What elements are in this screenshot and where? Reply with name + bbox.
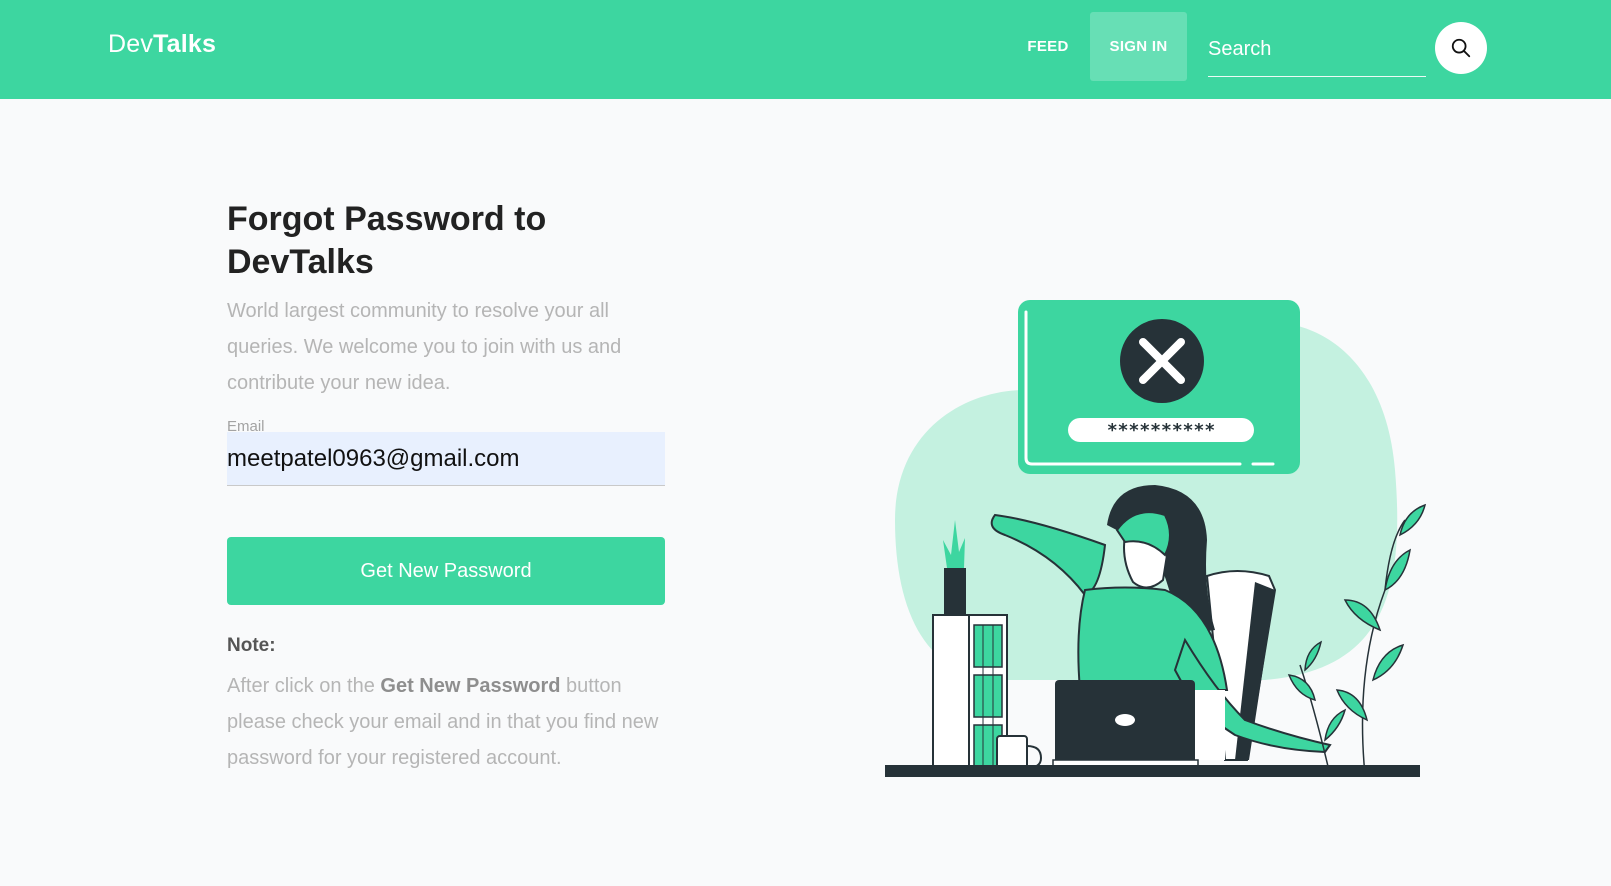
search-input[interactable] (1208, 22, 1426, 77)
brand-part-talks: Talks (153, 30, 217, 58)
password-mask: ********** (1107, 420, 1215, 441)
note-text: After click on the Get New Password butt… (227, 668, 667, 776)
page-title: Forgot Password to DevTalks (227, 200, 547, 281)
forgot-password-illustration: ********** (885, 300, 1427, 777)
note-label: Note: (227, 635, 276, 656)
nav-signin-link[interactable]: SIGN IN (1090, 12, 1187, 81)
brand-part-dev: Dev (108, 30, 154, 58)
note-text-before: After click on the (227, 675, 381, 697)
note-text-bold: Get New Password (380, 675, 561, 697)
page-subtitle: World largest community to resolve your … (227, 300, 622, 394)
bookshelf (932, 614, 1008, 776)
desk (885, 765, 1420, 777)
laptop (1052, 680, 1199, 767)
search-button[interactable] (1435, 22, 1487, 74)
nav-feed-link[interactable]: FEED (1018, 12, 1078, 81)
brand-logo[interactable]: DevTalks (108, 30, 216, 59)
password-card: ********** (1018, 300, 1300, 474)
email-field[interactable] (227, 432, 665, 486)
search-icon (1451, 38, 1471, 58)
navbar: DevTalks FEED SIGN IN (0, 0, 1611, 99)
get-new-password-button[interactable]: Get New Password (227, 537, 665, 605)
